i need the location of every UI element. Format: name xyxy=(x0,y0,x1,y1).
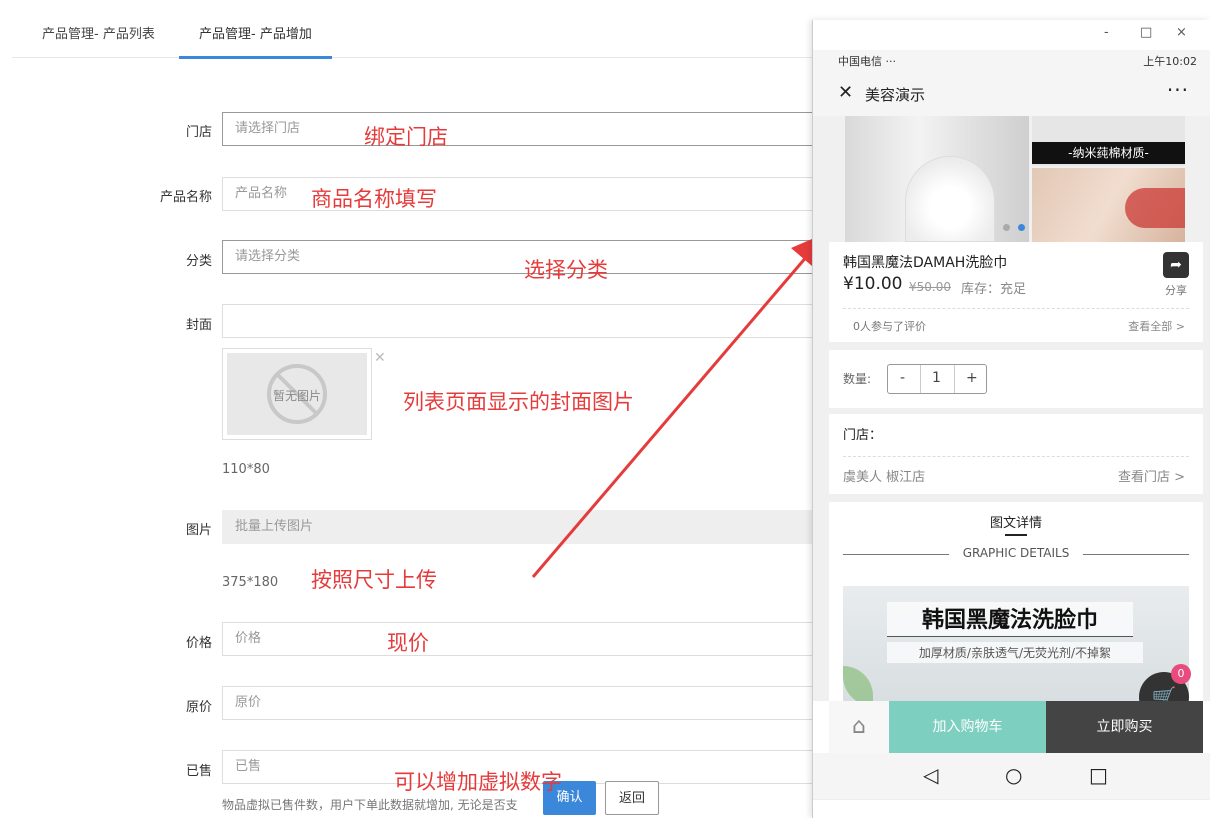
store-name: 虞美人 椒江店 xyxy=(843,470,926,485)
product-info-card: 韩国黑魔法DAMAH洗脸巾 ¥10.00 ¥50.00 库存：充足 ➦ 分享 0… xyxy=(829,242,1203,342)
banner-title: 韩国黑魔法洗脸巾 xyxy=(887,602,1133,637)
view-all-reviews-link[interactable]: 查看全部 > xyxy=(1128,318,1185,334)
detail-title: 图文详情 xyxy=(989,516,1042,531)
buy-now-button[interactable]: 立即购买 xyxy=(1046,701,1203,753)
close-icon[interactable]: ✕ xyxy=(838,82,853,103)
decrease-button[interactable]: - xyxy=(900,370,905,386)
review-count: 0人参与了评价 xyxy=(853,320,926,333)
gallery-band-text: -纳米莼棉材质- xyxy=(1032,142,1185,164)
phone-status-bar: 中国电信 ··· 上午10:02 xyxy=(813,50,1210,70)
android-nav-bar: ◁ ○ □ xyxy=(813,753,1210,799)
quantity-card: 数量: - 1 + xyxy=(829,350,1203,408)
maximize-button[interactable]: □ xyxy=(1140,25,1152,40)
action-bar: ⌂ 加入购物车 立即购买 xyxy=(829,701,1203,753)
recents-square-icon[interactable]: □ xyxy=(1089,763,1108,787)
phone-preview-window: - □ × 中国电信 ··· 上午10:02 ✕ 美容演示 ··· -纳米莼棉材… xyxy=(812,20,1210,818)
window-controls: - □ × xyxy=(1090,20,1210,46)
increase-button[interactable]: + xyxy=(966,370,978,386)
detail-subtitle: GRAPHIC DETAILS xyxy=(962,546,1070,560)
cart-count-badge: 0 xyxy=(1171,664,1191,684)
quantity-label: 数量: xyxy=(843,372,872,386)
page: 产品管理- 产品列表 产品管理- 产品增加 门店 请选择门店 产品名称 产品名称… xyxy=(0,0,1210,818)
minimize-button[interactable]: - xyxy=(1104,25,1109,40)
more-icon[interactable]: ··· xyxy=(1167,78,1189,102)
banner-subtitle: 加厚材质/亲肤透气/无荧光剂/不掉絮 xyxy=(887,642,1143,663)
bottom-strip xyxy=(813,799,1210,818)
view-store-link[interactable]: 查看门店 > xyxy=(1118,466,1185,485)
product-name: 韩国黑魔法DAMAH洗脸巾 xyxy=(843,255,1008,271)
phone-content[interactable]: -纳米莼棉材质- 韩国黑魔法DAMAH洗脸巾 ¥10.00 ¥50.00 库存：… xyxy=(813,116,1210,701)
detail-card: 图文详情 GRAPHIC DETAILS 韩国黑魔法洗脸巾 加厚材质/亲肤透气/… xyxy=(829,502,1203,701)
quantity-value[interactable]: 1 xyxy=(932,370,941,386)
gallery-image-towel-roll xyxy=(845,116,1029,242)
carrier-text: 中国电信 ··· xyxy=(838,55,896,68)
detail-banner-image: 韩国黑魔法洗脸巾 加厚材质/亲肤透气/无荧光剂/不掉絮 xyxy=(843,586,1189,701)
clock-text: 上午10:02 xyxy=(1143,55,1197,68)
quantity-stepper[interactable]: - 1 + xyxy=(887,364,987,394)
close-window-button[interactable]: × xyxy=(1176,25,1187,40)
back-triangle-icon[interactable]: ◁ xyxy=(923,763,938,787)
product-original-price: ¥50.00 xyxy=(909,280,951,294)
store-card: 门店： 虞美人 椒江店 查看门店 > xyxy=(829,414,1203,494)
home-circle-icon[interactable]: ○ xyxy=(1005,763,1022,787)
product-price: ¥10.00 xyxy=(843,274,903,294)
product-stock: 库存：充足 xyxy=(961,282,1027,297)
gallery-dots xyxy=(1003,216,1033,235)
store-heading: 门店： xyxy=(843,428,883,443)
phone-title: 美容演示 xyxy=(865,86,926,104)
home-icon[interactable]: ⌂ xyxy=(829,701,889,753)
add-to-cart-button[interactable]: 加入购物车 xyxy=(889,701,1046,753)
product-gallery[interactable]: -纳米莼棉材质- xyxy=(845,116,1185,242)
share-icon[interactable]: ➦ xyxy=(1163,252,1189,278)
share-label[interactable]: 分享 xyxy=(1165,282,1187,298)
gallery-image-skin xyxy=(1032,168,1185,242)
phone-title-bar: ✕ 美容演示 ··· xyxy=(813,70,1210,116)
